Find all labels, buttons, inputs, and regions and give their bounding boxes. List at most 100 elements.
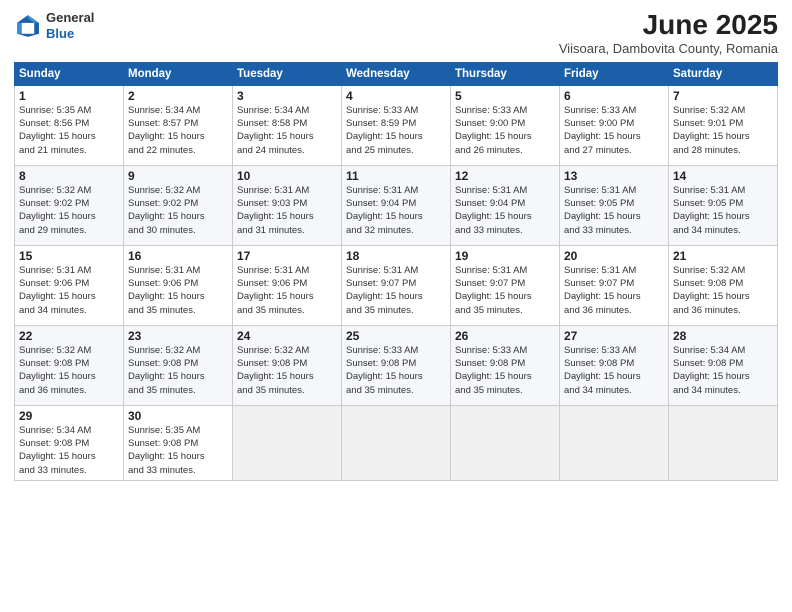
day-number: 22	[19, 329, 119, 343]
calendar-cell: 6Sunrise: 5:33 AM Sunset: 9:00 PM Daylig…	[560, 85, 669, 165]
day-number: 8	[19, 169, 119, 183]
page: General Blue June 2025 Viisoara, Dambovi…	[0, 0, 792, 612]
day-number: 2	[128, 89, 228, 103]
calendar-cell: 18Sunrise: 5:31 AM Sunset: 9:07 PM Dayli…	[342, 245, 451, 325]
day-info: Sunrise: 5:32 AM Sunset: 9:08 PM Dayligh…	[673, 264, 773, 317]
logo-general: General	[46, 10, 94, 25]
header-thursday: Thursday	[451, 62, 560, 85]
calendar-cell: 22Sunrise: 5:32 AM Sunset: 9:08 PM Dayli…	[15, 325, 124, 405]
calendar-cell	[233, 405, 342, 480]
calendar-cell: 1Sunrise: 5:35 AM Sunset: 8:56 PM Daylig…	[15, 85, 124, 165]
calendar-cell: 26Sunrise: 5:33 AM Sunset: 9:08 PM Dayli…	[451, 325, 560, 405]
day-number: 25	[346, 329, 446, 343]
day-info: Sunrise: 5:32 AM Sunset: 9:08 PM Dayligh…	[128, 344, 228, 397]
calendar-cell: 16Sunrise: 5:31 AM Sunset: 9:06 PM Dayli…	[124, 245, 233, 325]
day-number: 3	[237, 89, 337, 103]
day-number: 11	[346, 169, 446, 183]
calendar-cell: 25Sunrise: 5:33 AM Sunset: 9:08 PM Dayli…	[342, 325, 451, 405]
day-number: 20	[564, 249, 664, 263]
calendar-cell: 11Sunrise: 5:31 AM Sunset: 9:04 PM Dayli…	[342, 165, 451, 245]
day-info: Sunrise: 5:32 AM Sunset: 9:01 PM Dayligh…	[673, 104, 773, 157]
header-sunday: Sunday	[15, 62, 124, 85]
day-number: 15	[19, 249, 119, 263]
day-number: 23	[128, 329, 228, 343]
logo-icon	[14, 12, 42, 40]
calendar-cell: 15Sunrise: 5:31 AM Sunset: 9:06 PM Dayli…	[15, 245, 124, 325]
day-info: Sunrise: 5:31 AM Sunset: 9:06 PM Dayligh…	[237, 264, 337, 317]
header-monday: Monday	[124, 62, 233, 85]
logo: General Blue	[14, 10, 94, 41]
calendar-cell: 17Sunrise: 5:31 AM Sunset: 9:06 PM Dayli…	[233, 245, 342, 325]
day-number: 9	[128, 169, 228, 183]
day-number: 18	[346, 249, 446, 263]
calendar-cell: 12Sunrise: 5:31 AM Sunset: 9:04 PM Dayli…	[451, 165, 560, 245]
calendar-cell: 24Sunrise: 5:32 AM Sunset: 9:08 PM Dayli…	[233, 325, 342, 405]
day-info: Sunrise: 5:34 AM Sunset: 9:08 PM Dayligh…	[19, 424, 119, 477]
calendar-cell: 29Sunrise: 5:34 AM Sunset: 9:08 PM Dayli…	[15, 405, 124, 480]
day-number: 28	[673, 329, 773, 343]
day-info: Sunrise: 5:31 AM Sunset: 9:06 PM Dayligh…	[128, 264, 228, 317]
day-info: Sunrise: 5:32 AM Sunset: 9:02 PM Dayligh…	[19, 184, 119, 237]
day-number: 30	[128, 409, 228, 423]
calendar-cell: 9Sunrise: 5:32 AM Sunset: 9:02 PM Daylig…	[124, 165, 233, 245]
calendar-cell	[342, 405, 451, 480]
day-info: Sunrise: 5:31 AM Sunset: 9:04 PM Dayligh…	[346, 184, 446, 237]
header-tuesday: Tuesday	[233, 62, 342, 85]
header-wednesday: Wednesday	[342, 62, 451, 85]
day-info: Sunrise: 5:33 AM Sunset: 9:00 PM Dayligh…	[564, 104, 664, 157]
day-info: Sunrise: 5:34 AM Sunset: 9:08 PM Dayligh…	[673, 344, 773, 397]
calendar-header-row: SundayMondayTuesdayWednesdayThursdayFrid…	[15, 62, 778, 85]
week-row-4: 22 Sunrise: 5:32 AM Sunset: 9:08 PM Dayli…	[15, 325, 778, 405]
calendar-cell: 2Sunrise: 5:34 AM Sunset: 8:57 PM Daylig…	[124, 85, 233, 165]
day-info: Sunrise: 5:31 AM Sunset: 9:07 PM Dayligh…	[455, 264, 555, 317]
calendar-cell: 3Sunrise: 5:34 AM Sunset: 8:58 PM Daylig…	[233, 85, 342, 165]
calendar-cell: 30Sunrise: 5:35 AM Sunset: 9:08 PM Dayli…	[124, 405, 233, 480]
logo-blue: Blue	[46, 26, 74, 41]
title-section: June 2025 Viisoara, Dambovita County, Ro…	[559, 10, 778, 56]
day-number: 17	[237, 249, 337, 263]
calendar-cell: 21Sunrise: 5:32 AM Sunset: 9:08 PM Dayli…	[669, 245, 778, 325]
day-number: 5	[455, 89, 555, 103]
day-info: Sunrise: 5:31 AM Sunset: 9:04 PM Dayligh…	[455, 184, 555, 237]
calendar-cell: 10Sunrise: 5:31 AM Sunset: 9:03 PM Dayli…	[233, 165, 342, 245]
day-number: 19	[455, 249, 555, 263]
day-info: Sunrise: 5:33 AM Sunset: 9:08 PM Dayligh…	[564, 344, 664, 397]
day-number: 13	[564, 169, 664, 183]
day-info: Sunrise: 5:34 AM Sunset: 8:57 PM Dayligh…	[128, 104, 228, 157]
day-info: Sunrise: 5:33 AM Sunset: 9:00 PM Dayligh…	[455, 104, 555, 157]
day-number: 6	[564, 89, 664, 103]
calendar-cell: 23Sunrise: 5:32 AM Sunset: 9:08 PM Dayli…	[124, 325, 233, 405]
day-number: 24	[237, 329, 337, 343]
week-row-3: 15Sunrise: 5:31 AM Sunset: 9:06 PM Dayli…	[15, 245, 778, 325]
day-info: Sunrise: 5:31 AM Sunset: 9:03 PM Dayligh…	[237, 184, 337, 237]
day-info: Sunrise: 5:31 AM Sunset: 9:05 PM Dayligh…	[673, 184, 773, 237]
calendar-cell: 8Sunrise: 5:32 AM Sunset: 9:02 PM Daylig…	[15, 165, 124, 245]
calendar-cell: 27Sunrise: 5:33 AM Sunset: 9:08 PM Dayli…	[560, 325, 669, 405]
calendar: SundayMondayTuesdayWednesdayThursdayFrid…	[14, 62, 778, 481]
day-info: Sunrise: 5:32 AM Sunset: 9:02 PM Dayligh…	[128, 184, 228, 237]
calendar-cell: 28Sunrise: 5:34 AM Sunset: 9:08 PM Dayli…	[669, 325, 778, 405]
day-number: 14	[673, 169, 773, 183]
calendar-cell: 5Sunrise: 5:33 AM Sunset: 9:00 PM Daylig…	[451, 85, 560, 165]
calendar-cell	[560, 405, 669, 480]
day-number: 10	[237, 169, 337, 183]
calendar-cell: 4Sunrise: 5:33 AM Sunset: 8:59 PM Daylig…	[342, 85, 451, 165]
week-row-1: 1Sunrise: 5:35 AM Sunset: 8:56 PM Daylig…	[15, 85, 778, 165]
day-info: Sunrise: 5:33 AM Sunset: 8:59 PM Dayligh…	[346, 104, 446, 157]
day-info: Sunrise: 5:32 AM Sunset: 9:08 PM Dayligh…	[237, 344, 337, 397]
day-number: 21	[673, 249, 773, 263]
day-info: Sunrise: 5:31 AM Sunset: 9:07 PM Dayligh…	[346, 264, 446, 317]
header: General Blue June 2025 Viisoara, Dambovi…	[14, 10, 778, 56]
day-info: Sunrise: 5:35 AM Sunset: 8:56 PM Dayligh…	[19, 104, 119, 157]
day-info: Sunrise: 5:35 AM Sunset: 9:08 PM Dayligh…	[128, 424, 228, 477]
day-number: 12	[455, 169, 555, 183]
calendar-cell: 13Sunrise: 5:31 AM Sunset: 9:05 PM Dayli…	[560, 165, 669, 245]
week-row-2: 8Sunrise: 5:32 AM Sunset: 9:02 PM Daylig…	[15, 165, 778, 245]
week-row-5: 29Sunrise: 5:34 AM Sunset: 9:08 PM Dayli…	[15, 405, 778, 480]
day-number: 16	[128, 249, 228, 263]
day-info: Sunrise: 5:31 AM Sunset: 9:06 PM Dayligh…	[19, 264, 119, 317]
day-info: Sunrise: 5:34 AM Sunset: 8:58 PM Dayligh…	[237, 104, 337, 157]
day-info: Sunrise: 5:31 AM Sunset: 9:05 PM Dayligh…	[564, 184, 664, 237]
calendar-cell	[451, 405, 560, 480]
header-saturday: Saturday	[669, 62, 778, 85]
